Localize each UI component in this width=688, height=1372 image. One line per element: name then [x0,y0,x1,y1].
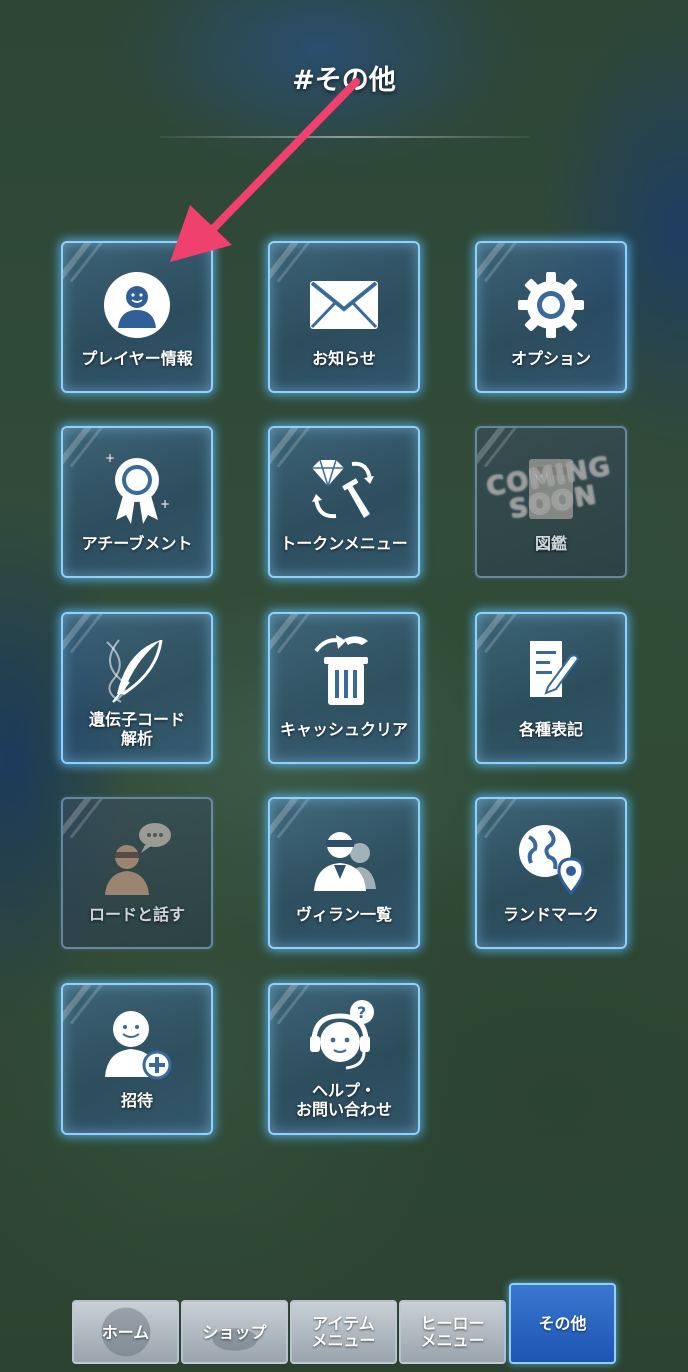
notices-tile[interactable]: お知らせ [268,241,420,393]
tile-label: プレイヤー情報 [81,349,193,368]
tile-label: ランドマーク [502,905,599,924]
villain-list-tile[interactable]: ヴィラン一覧 [268,797,420,949]
tile-label: お知らせ [312,349,376,368]
nav-label: ショップ [202,1322,267,1342]
tile-label: オプション [510,349,591,368]
token-menu-tile[interactable]: トークンメニュー [268,426,420,578]
award-ribbon-icon: + + [63,450,211,530]
nav-label: ホーム [101,1322,150,1342]
envelope-icon [270,265,418,345]
villain-speech-icon [63,817,211,897]
gene-code-analysis-tile[interactable]: 遺伝子コード 解析 [61,612,213,764]
tile-label: ロードと話す [88,905,185,924]
nav-hero-menu-button[interactable]: ヒーロー メニュー [399,1300,506,1364]
title-divider [160,136,530,138]
nav-home-button[interactable]: ホーム [72,1300,179,1364]
help-contact-tile[interactable]: ? ヘルプ・ お問い合わせ [268,983,420,1135]
trash-can-icon [270,630,418,710]
tile-label: トークンメニュー [280,534,408,553]
screen-title: #その他 [292,65,396,96]
nav-label: その他 [538,1314,587,1333]
nav-label: ヒーロー メニュー [420,1314,485,1350]
player-info-tile[interactable]: プレイヤー情報 [61,241,213,393]
villain-group-icon [270,817,418,897]
globe-pin-icon [477,817,625,897]
tile-label: 遺伝子コード 解析 [88,710,185,748]
document-pen-icon [477,630,625,710]
nav-label: アイテム メニュー [311,1314,376,1350]
gear-icon [477,265,625,345]
nav-shop-button[interactable]: ショップ [181,1300,288,1364]
achievement-tile[interactable]: + + アチーブメント [61,426,213,578]
svg-text:+: + [160,497,170,511]
landmark-tile[interactable]: ランドマーク [475,797,627,949]
talk-to-lord-tile: ロードと話す [61,797,213,949]
tile-label: キャッシュクリア [279,720,408,739]
svg-text:+: + [105,452,115,465]
tile-label: ヴィラン一覧 [295,905,392,924]
encyclopedia-tile: COMING SOON 図鑑 [475,426,627,578]
invite-user-icon [63,1003,211,1083]
tile-label: アチーブメント [81,534,193,553]
invite-tile[interactable]: 招待 [61,983,213,1135]
nav-other-button[interactable]: その他 [509,1283,616,1364]
gem-sword-exchange-icon [270,450,418,530]
legal-notices-tile[interactable]: 各種表記 [475,612,627,764]
tile-label: ヘルプ・ お問い合わせ [295,1081,392,1119]
nav-item-menu-button[interactable]: アイテム メニュー [290,1300,397,1364]
cache-clear-tile[interactable]: キャッシュクリア [268,612,420,764]
tile-label: 図鑑 [534,534,567,553]
tile-label: 招待 [120,1091,153,1110]
player-avatar-icon [63,265,211,345]
options-tile[interactable]: オプション [475,241,627,393]
support-headset-icon: ? [270,997,418,1077]
tile-label: 各種表記 [518,720,583,739]
feather-dna-icon [63,630,211,710]
